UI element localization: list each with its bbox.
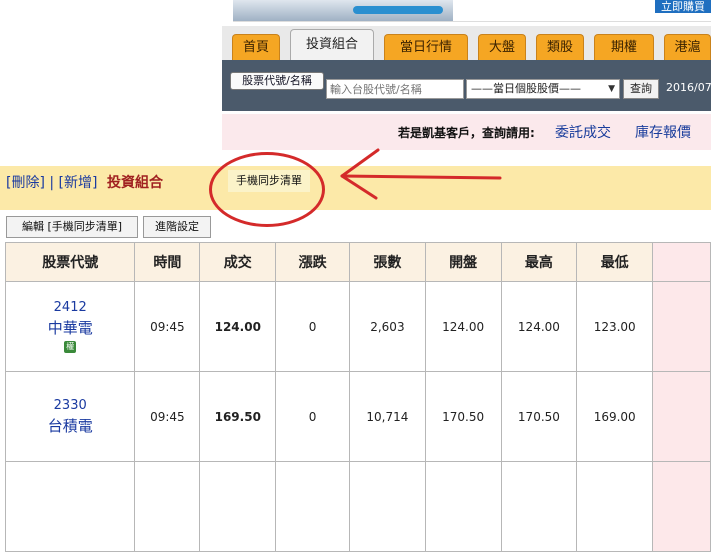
open-cell: 124.00	[424, 281, 502, 372]
stock-cell	[4, 461, 136, 552]
portfolio-table: 股票代號 時間 成交 漲跌 張數 開盤 最高 最低 2412 中華電 權 09:…	[4, 242, 711, 552]
price-cell: 124.00	[199, 281, 277, 372]
open-cell	[424, 461, 502, 552]
banner-buy-button[interactable]: 立即購買	[655, 0, 711, 13]
main-nav: 首頁 投資組合 當日行情 大盤 類股 期權 港滬	[222, 26, 711, 63]
stock-search-input[interactable]	[326, 79, 464, 99]
time-cell: 09:45	[134, 281, 201, 372]
query-button[interactable]: 查詢	[623, 79, 659, 99]
advanced-settings-button[interactable]: 進階設定	[143, 216, 211, 238]
high-cell: 124.00	[500, 281, 578, 372]
stock-name[interactable]: 台積電	[6, 415, 134, 436]
warrant-badge-icon[interactable]: 權	[64, 341, 77, 353]
high-cell	[500, 461, 578, 552]
table-row: 2330 台積電 09:45 169.50 0 10,714 170.50 17…	[4, 371, 711, 462]
header-code: 股票代號	[4, 242, 136, 282]
tab-portfolio[interactable]: 投資組合	[290, 29, 374, 60]
header-high: 最高	[500, 242, 578, 282]
portfolio-title: 投資組合	[107, 175, 163, 191]
open-cell: 170.50	[424, 371, 502, 462]
extra-cell	[652, 371, 711, 462]
tab-options[interactable]: 期權	[594, 34, 654, 60]
high-cell: 170.50	[500, 371, 578, 462]
banner-product-band	[353, 6, 443, 14]
header-time: 時間	[134, 242, 201, 282]
quote-type-value: ——當日個股股價——	[471, 82, 581, 95]
volume-cell: 10,714	[349, 371, 426, 462]
low-cell: 123.00	[576, 281, 654, 372]
stock-cell[interactable]: 2330 台積電	[4, 371, 136, 462]
time-cell: 09:45	[134, 371, 201, 462]
price-cell	[199, 461, 277, 552]
price-cell: 169.50	[199, 371, 277, 462]
annotation-circle	[209, 152, 325, 227]
tab-home[interactable]: 首頁	[232, 34, 280, 60]
delete-add-links[interactable]: [刪除] | [新增]	[6, 172, 97, 192]
change-cell: 0	[275, 281, 351, 372]
tab-sectors[interactable]: 類股	[536, 34, 584, 60]
change-cell	[275, 461, 351, 552]
stock-name[interactable]: 中華電	[6, 317, 134, 338]
holdings-link[interactable]: 庫存報價	[635, 122, 691, 142]
edit-sync-list-button[interactable]: 編輯 [手機同步清單]	[6, 216, 138, 238]
orders-link[interactable]: 委託成交	[555, 122, 611, 142]
header-extra	[652, 242, 711, 282]
stock-cell[interactable]: 2412 中華電 權	[4, 281, 136, 372]
volume-cell: 2,603	[349, 281, 426, 372]
volume-cell	[349, 461, 426, 552]
annotation-arrow	[340, 148, 502, 200]
quote-type-select[interactable]: ——當日個股股價—— ▼	[466, 79, 620, 99]
notice-text: 若是凱基客戶，查詢請用:	[398, 126, 535, 140]
change-cell: 0	[275, 371, 351, 462]
low-cell: 169.00	[576, 371, 654, 462]
extra-cell	[652, 281, 711, 372]
arrow-shaft	[340, 174, 502, 180]
header-open: 開盤	[424, 242, 502, 282]
top-banner[interactable]	[233, 0, 711, 22]
low-cell	[576, 461, 654, 552]
stock-code[interactable]: 2330	[6, 398, 134, 413]
tab-hk-sh[interactable]: 港滬	[664, 34, 711, 60]
table-row: 2412 中華電 權 09:45 124.00 0 2,603 124.00 1…	[4, 281, 711, 372]
table-row	[4, 461, 711, 552]
extra-cell	[652, 461, 711, 552]
header-volume: 張數	[349, 242, 426, 282]
header-change: 漲跌	[275, 242, 351, 282]
stock-code[interactable]: 2412	[6, 300, 134, 315]
table-header-row: 股票代號 時間 成交 漲跌 張數 開盤 最高 最低	[4, 242, 711, 282]
date-label: 2016/07	[666, 81, 711, 94]
arrow-head	[340, 148, 380, 200]
header-price: 成交	[199, 242, 277, 282]
tab-market[interactable]: 大盤	[478, 34, 526, 60]
tab-daily-quotes[interactable]: 當日行情	[384, 34, 468, 60]
stock-code-button[interactable]: 股票代號/名稱	[230, 72, 324, 90]
time-cell	[134, 461, 201, 552]
header-low: 最低	[576, 242, 654, 282]
chevron-down-icon: ▼	[608, 84, 615, 94]
